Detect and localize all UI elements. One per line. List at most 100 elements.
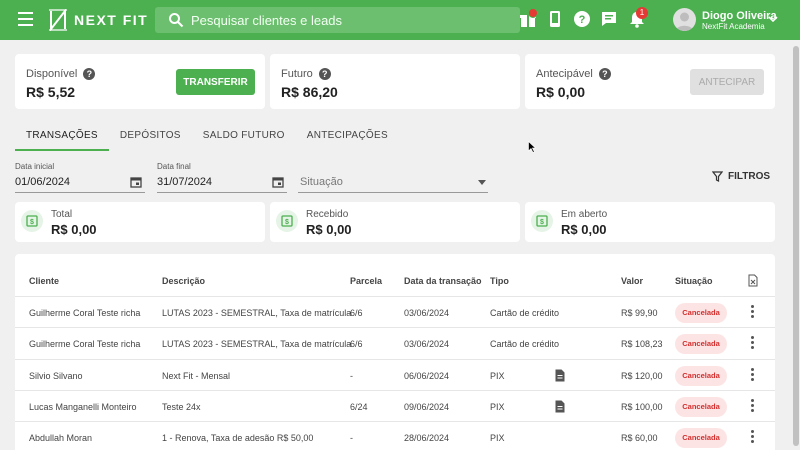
receipt-icon[interactable] — [555, 400, 565, 413]
tab-future-balance[interactable]: SALDO FUTURO — [192, 120, 296, 151]
cell-value: R$ 99,90 — [621, 308, 658, 318]
table-row[interactable]: Abdullah Moran 1 - Renova, Taxa de adesã… — [15, 421, 775, 450]
open-label: Em aberto — [561, 209, 608, 220]
total-value: R$ 0,00 — [51, 222, 97, 237]
tab-anticipations[interactable]: ANTECIPAÇÕES — [296, 120, 399, 151]
cell-type: PIX — [490, 402, 505, 412]
money-icon: $ — [276, 210, 298, 232]
header-value[interactable]: Valor — [621, 276, 643, 286]
help-icon[interactable]: ? — [598, 68, 611, 80]
chevron-down-icon[interactable] — [768, 14, 778, 24]
anticipate-button: ANTECIPAR — [690, 69, 764, 95]
total-summary-card: $ Total R$ 0,00 — [15, 202, 265, 242]
received-value: R$ 0,00 — [306, 222, 352, 237]
future-label: Futuro — [281, 68, 313, 80]
chat-icon[interactable] — [600, 10, 618, 28]
cell-value: R$ 60,00 — [621, 433, 658, 443]
cell-type: PIX — [490, 433, 505, 443]
cell-date: 09/06/2024 — [404, 402, 450, 412]
tabs: TRANSAÇÕES DEPÓSITOS SALDO FUTURO ANTECI… — [15, 120, 399, 151]
help-icon[interactable]: ? — [318, 68, 331, 80]
cell-date: 03/06/2024 — [404, 308, 450, 318]
filters-button[interactable]: FILTROS — [712, 171, 770, 182]
cell-client: Abdullah Moran — [29, 433, 93, 443]
header-status[interactable]: Situação — [675, 276, 713, 286]
cell-installment: 6/6 — [350, 308, 363, 318]
cell-installment: 6/24 — [350, 402, 368, 412]
cell-description: LUTAS 2023 - SEMESTRAL, Taxa de matrícul… — [162, 308, 352, 318]
table-row[interactable]: Silvio Silvano Next Fit - Mensal - 06/06… — [15, 359, 775, 391]
status-badge: Cancelada — [675, 366, 727, 386]
help-icon[interactable]: ? — [573, 10, 591, 28]
user-avatar-icon — [676, 12, 693, 31]
table-row[interactable]: Guilherme Coral Teste richa LUTAS 2023 -… — [15, 327, 775, 359]
open-value: R$ 0,00 — [561, 222, 607, 237]
calendar-icon[interactable] — [272, 176, 284, 188]
cell-date: 03/06/2024 — [404, 339, 450, 349]
future-value: R$ 86,20 — [281, 84, 338, 100]
more-options-icon[interactable] — [751, 430, 755, 446]
available-value: R$ 5,52 — [26, 84, 76, 100]
header-type[interactable]: Tipo — [490, 276, 509, 286]
search-input[interactable] — [191, 12, 511, 28]
mouse-cursor-icon — [528, 141, 536, 153]
mobile-icon[interactable] — [546, 10, 564, 28]
cell-client: Lucas Manganelli Monteiro — [29, 402, 137, 412]
more-options-icon[interactable] — [751, 399, 755, 415]
status-badge: Cancelada — [675, 428, 727, 448]
svg-text:$: $ — [285, 219, 289, 226]
help-icon[interactable]: ? — [83, 68, 96, 80]
status-badge: Cancelada — [675, 334, 727, 354]
table-row[interactable]: Lucas Manganelli Monteiro Teste 24x 6/24… — [15, 390, 775, 422]
anticipable-balance-card: Antecipável ? R$ 0,00 ANTECIPAR — [525, 54, 775, 109]
start-date-input[interactable]: 01/06/2024 — [15, 176, 70, 188]
end-date-input[interactable]: 31/07/2024 — [157, 176, 212, 188]
cell-value: R$ 100,00 — [621, 402, 663, 412]
cell-type: Cartão de crédito — [490, 339, 560, 349]
header-description[interactable]: Descrição — [162, 276, 205, 286]
more-options-icon[interactable] — [751, 368, 755, 384]
cell-value: R$ 108,23 — [621, 339, 663, 349]
calendar-icon[interactable] — [130, 176, 142, 188]
user-name[interactable]: Diogo Oliveira — [702, 10, 777, 22]
table-row[interactable]: Guilherme Coral Teste richa LUTAS 2023 -… — [15, 296, 775, 328]
caret-down-icon[interactable] — [478, 180, 486, 185]
open-summary-card: $ Em aberto R$ 0,00 — [525, 202, 775, 242]
user-organization: NextFit Academia — [702, 22, 765, 31]
available-label: Disponível — [26, 68, 78, 80]
cell-description: LUTAS 2023 - SEMESTRAL, Taxa de matrícul… — [162, 339, 352, 349]
cell-client: Silvio Silvano — [29, 371, 83, 381]
situation-select[interactable]: Situação — [300, 176, 343, 188]
top-bar: NEXT FIT ? 1 Diogo Oliveira Next — [0, 0, 800, 40]
header-installment[interactable]: Parcela — [350, 276, 382, 286]
brand-logo[interactable]: NEXT FIT — [48, 9, 148, 31]
receipt-icon[interactable] — [555, 369, 565, 382]
start-date-label: Data inicial — [15, 162, 55, 171]
export-excel-icon[interactable] — [748, 274, 758, 287]
cell-type: PIX — [490, 371, 505, 381]
more-options-icon[interactable] — [751, 305, 755, 321]
cell-date: 28/06/2024 — [404, 433, 450, 443]
svg-text:$: $ — [30, 219, 34, 226]
tab-deposits[interactable]: DEPÓSITOS — [109, 120, 192, 151]
cell-installment: - — [350, 433, 353, 443]
filters-label: FILTROS — [728, 171, 771, 182]
search-bar[interactable] — [155, 7, 520, 33]
menu-icon[interactable] — [18, 12, 33, 26]
anticipable-label: Antecipável — [536, 68, 593, 80]
cell-description: Teste 24x — [162, 402, 201, 412]
brand-name: NEXT FIT — [74, 12, 149, 28]
more-options-icon[interactable] — [751, 336, 755, 352]
future-balance-card: Futuro ? R$ 86,20 — [270, 54, 520, 109]
cell-installment: 6/6 — [350, 339, 363, 349]
avatar[interactable] — [673, 8, 696, 31]
search-icon — [169, 13, 184, 28]
header-client[interactable]: Cliente — [29, 276, 59, 286]
scrollbar-thumb[interactable] — [793, 46, 799, 446]
tab-transactions[interactable]: TRANSAÇÕES — [15, 120, 109, 151]
money-icon: $ — [21, 210, 43, 232]
transfer-button[interactable]: TRANSFERIR — [176, 69, 255, 95]
money-icon: $ — [531, 210, 553, 232]
header-date[interactable]: Data da transação — [404, 276, 482, 286]
total-label: Total — [51, 209, 73, 220]
